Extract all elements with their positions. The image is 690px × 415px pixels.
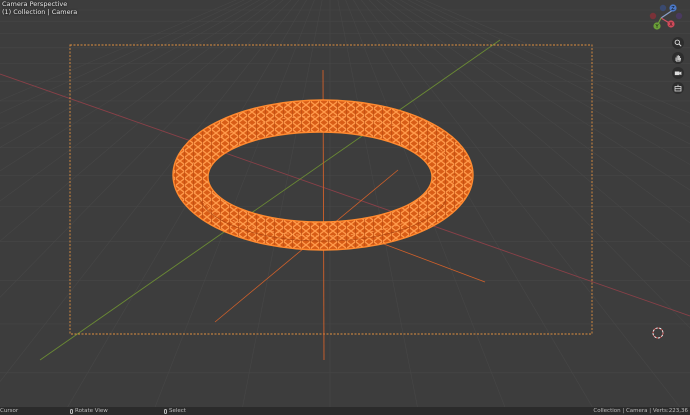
floor-grid xyxy=(0,0,690,407)
viewport-scene[interactable] xyxy=(0,0,690,407)
camera-frame[interactable] xyxy=(69,44,593,335)
neg-x-axis-icon xyxy=(649,12,657,20)
mouse-middle-icon xyxy=(70,408,73,414)
status-cursor-label: Cursor xyxy=(0,408,19,414)
zoom-button[interactable] xyxy=(672,37,684,49)
pan-button[interactable] xyxy=(672,52,684,64)
status-cursor: Cursor xyxy=(0,407,18,415)
status-stats: Collection | Camera | Verts:223,36 xyxy=(593,407,688,415)
status-stats-text: Collection | Camera | Verts:223,36 xyxy=(593,408,688,414)
neg-y-axis-icon xyxy=(675,12,683,20)
status-rotate-view: Rotate View xyxy=(70,407,108,415)
navigation-gizmo[interactable]: Z X Y xyxy=(644,2,690,34)
status-select: Select xyxy=(164,407,186,415)
3d-viewport[interactable]: Camera Perspective (1) Collection | Came… xyxy=(0,0,690,407)
view-title: Camera Perspective xyxy=(2,0,68,8)
perspective-toggle-button[interactable] xyxy=(672,82,684,94)
z-axis-label: Z xyxy=(671,6,675,12)
neg-z-axis-icon xyxy=(659,4,667,12)
status-rotate-label: Rotate View xyxy=(75,408,108,414)
zoom-icon xyxy=(674,39,682,47)
mouse-left-icon xyxy=(164,408,167,414)
camera-view-icon xyxy=(674,71,682,76)
perspective-toggle-icon xyxy=(674,84,682,92)
status-select-label: Select xyxy=(169,408,186,414)
x-axis-label: X xyxy=(669,22,673,28)
status-bar: Cursor Rotate View Select Collection | C… xyxy=(0,407,690,415)
view-subtitle: (1) Collection | Camera xyxy=(2,8,78,16)
camera-view-button[interactable] xyxy=(672,67,684,79)
hand-pan-icon xyxy=(675,55,682,62)
3d-cursor-icon[interactable] xyxy=(652,327,664,339)
